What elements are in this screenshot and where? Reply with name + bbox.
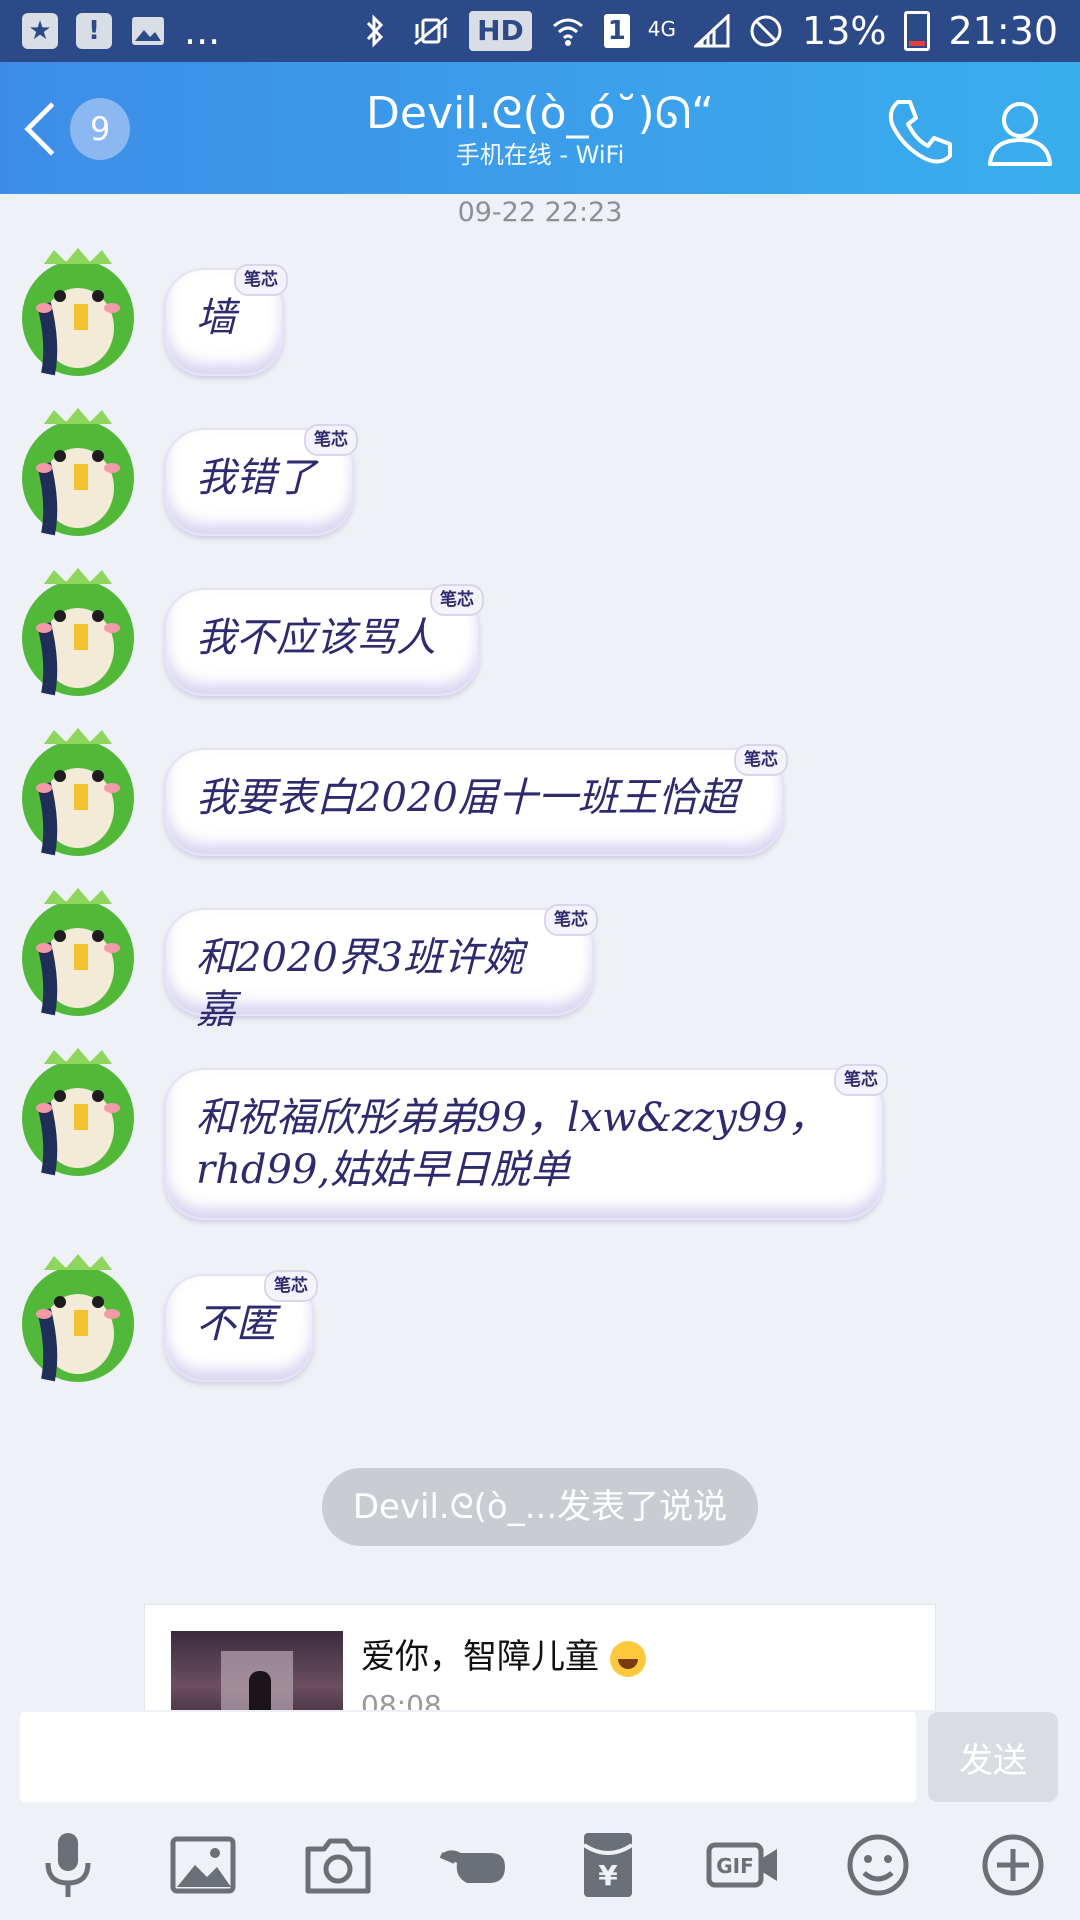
- post-card[interactable]: 爱你，智障儿童 08:08: [144, 1604, 936, 1710]
- red-packet-button[interactable]: ¥: [568, 1825, 648, 1905]
- qq-star-icon: ★: [22, 13, 58, 49]
- sim-indicator: 1: [603, 14, 630, 48]
- message-bubble[interactable]: 我错了 笔芯: [164, 424, 358, 536]
- signal-icon: [694, 13, 730, 49]
- voice-button[interactable]: [28, 1825, 108, 1905]
- input-bar: 发送: [0, 1710, 1080, 1810]
- hd-badge: HD: [469, 11, 532, 51]
- network-type: 4G: [647, 17, 677, 41]
- message-input[interactable]: [20, 1712, 916, 1802]
- more-notifications: ...: [184, 9, 221, 53]
- message-text: 我错了: [196, 455, 316, 501]
- message-text: 我不应该骂人: [196, 615, 436, 661]
- plus-icon: [982, 1834, 1043, 1896]
- dino-avatar-art: [22, 408, 134, 536]
- send-button[interactable]: 发送: [928, 1712, 1058, 1802]
- message-bubble[interactable]: 我要表白2020届十一班王恰超 笔芯: [164, 744, 788, 856]
- red-packet-icon: ¥: [582, 1833, 633, 1897]
- post-text-content: 爱你，智障儿童: [361, 1637, 599, 1677]
- image-icon: [170, 1836, 235, 1894]
- profile-button[interactable]: [980, 92, 1060, 172]
- avatar[interactable]: [14, 724, 142, 864]
- clock: 21:30: [948, 9, 1058, 53]
- bubble-tag: 笔芯: [734, 744, 788, 776]
- avatar[interactable]: [14, 404, 142, 544]
- status-bar: ★ ! ... HD 1 4G 13% 21:30: [0, 0, 1080, 62]
- post-time: 08:08: [361, 1689, 442, 1710]
- gif-icon: GIF: [706, 1842, 777, 1888]
- dino-avatar-art: [22, 1048, 134, 1176]
- online-status: 手机在线 - WiFi: [455, 141, 625, 169]
- dino-avatar-art: [22, 888, 134, 1016]
- more-button[interactable]: [973, 1825, 1053, 1905]
- dino-avatar-art: [22, 248, 134, 376]
- avatar[interactable]: [14, 1250, 142, 1390]
- phone-icon: [888, 100, 952, 164]
- input-toolbar: ¥ GIF: [0, 1810, 1080, 1920]
- bubble-tag: 笔芯: [304, 424, 358, 456]
- dnd-icon: [748, 13, 784, 49]
- message-bubble[interactable]: 我不应该骂人 笔芯: [164, 584, 484, 696]
- message-text: 不匿: [196, 1301, 276, 1347]
- message-text: 墙: [196, 295, 236, 341]
- message-bubble[interactable]: 墙 笔芯: [164, 264, 288, 376]
- battery-percent: 13%: [802, 9, 887, 53]
- camera-icon: [305, 1838, 370, 1894]
- message-text: 我要表白2020届十一班王恰超: [196, 775, 738, 821]
- avatar[interactable]: [14, 884, 142, 1024]
- user-icon: [988, 102, 1052, 166]
- dino-avatar-art: [22, 1254, 134, 1382]
- battery-icon: [904, 11, 931, 51]
- laughing-emoji-icon: [609, 1640, 646, 1677]
- message-bubble[interactable]: 和祝福欣彤弟弟99，lxw&zzy99， rhd99,姑姑早日脱单 笔芯: [164, 1064, 888, 1220]
- message-text-line: rhd99,姑姑早日脱单: [196, 1147, 571, 1193]
- avatar[interactable]: [14, 1044, 142, 1184]
- post-thumbnail: [171, 1631, 343, 1710]
- photo-button[interactable]: [163, 1825, 243, 1905]
- unread-count-badge: 9: [70, 98, 130, 160]
- message-text: 和2020界3班许婉嘉: [196, 935, 524, 1033]
- poke-button[interactable]: [433, 1825, 513, 1905]
- camera-button[interactable]: [298, 1825, 378, 1905]
- emoji-button[interactable]: [838, 1825, 918, 1905]
- phone-call-button[interactable]: [880, 92, 960, 172]
- wifi-icon: [550, 13, 586, 49]
- microphone-icon: [45, 1833, 90, 1897]
- gif-button[interactable]: GIF: [703, 1825, 783, 1905]
- poke-icon: [439, 1850, 505, 1883]
- chat-header: 9 Devil.ᘓ(ò_ó˘)ᘏ“ 手机在线 - WiFi: [0, 62, 1080, 194]
- bubble-tag: 笔芯: [834, 1064, 888, 1096]
- bubble-tag: 笔芯: [234, 264, 288, 296]
- bubble-tag: 笔芯: [544, 904, 598, 936]
- emoji-icon: [847, 1834, 908, 1896]
- yen-glyph: ¥: [598, 1859, 618, 1892]
- dino-avatar-art: [22, 568, 134, 696]
- avatar[interactable]: [14, 244, 142, 384]
- message-bubble[interactable]: 不匿 笔芯: [164, 1270, 318, 1382]
- contact-name: Devil.ᘓ(ò_ó˘)ᘏ“: [366, 88, 714, 139]
- bubble-tag: 笔芯: [430, 584, 484, 616]
- system-notice[interactable]: Devil.ᘓ(ò_...发表了说说: [322, 1468, 758, 1546]
- chevron-left-icon: [24, 102, 55, 156]
- alert-icon: !: [76, 13, 112, 49]
- message-list[interactable]: 09-22 22:23 墙 笔芯 我错了 笔芯 我不应该骂人 笔芯 我要表白20…: [0, 194, 1080, 1710]
- message-timestamp: 09-22 22:23: [457, 197, 623, 228]
- bubble-tag: 笔芯: [264, 1270, 318, 1302]
- post-text: 爱你，智障儿童: [361, 1635, 646, 1679]
- vibrate-off-icon: [411, 13, 451, 49]
- avatar[interactable]: [14, 564, 142, 704]
- gif-glyph: GIF: [716, 1854, 754, 1878]
- dino-avatar-art: [22, 728, 134, 856]
- back-button[interactable]: 9: [20, 96, 130, 162]
- message-text-line: 和祝福欣彤弟弟99，lxw&zzy99，: [196, 1095, 828, 1141]
- title-block[interactable]: Devil.ᘓ(ò_ó˘)ᘏ“ 手机在线 - WiFi: [240, 88, 840, 170]
- message-bubble[interactable]: 和2020界3班许婉嘉 笔芯: [164, 904, 598, 1033]
- image-icon: [130, 13, 166, 49]
- bluetooth-icon: [357, 13, 393, 49]
